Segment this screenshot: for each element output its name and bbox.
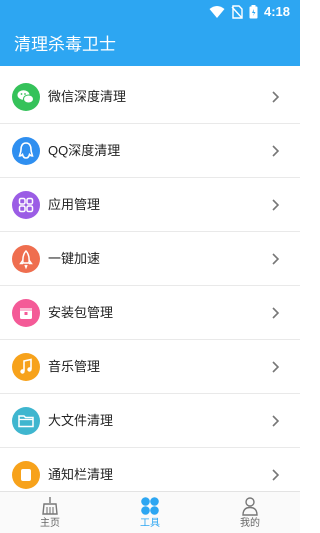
music-icon (12, 353, 40, 381)
chevron-right-icon (272, 145, 280, 157)
tool-item-wechat-clean[interactable]: 微信深度清理 (0, 70, 300, 124)
tool-item-label: 安装包管理 (48, 305, 114, 320)
battery-icon (249, 5, 258, 19)
tool-item-package-manager[interactable]: 安装包管理 (0, 286, 300, 340)
home-broom-icon (42, 497, 58, 515)
chevron-right-icon (272, 469, 280, 481)
app-title: 清理杀毒卫士 (14, 35, 116, 54)
package-icon (12, 299, 40, 327)
chevron-right-icon (272, 415, 280, 427)
bottom-nav: 主页 工具 我的 (0, 491, 300, 533)
chevron-right-icon (272, 361, 280, 373)
tool-item-app-manager[interactable]: 应用管理 (0, 178, 300, 232)
chevron-right-icon (272, 91, 280, 103)
chevron-right-icon (272, 199, 280, 211)
tool-item-speed-boost[interactable]: 一键加速 (0, 232, 300, 286)
no-sim-icon (231, 5, 243, 19)
qq-icon (12, 137, 40, 165)
wifi-icon (209, 6, 225, 18)
tool-item-label: QQ深度清理 (48, 143, 121, 158)
wechat-icon (12, 83, 40, 111)
tool-item-label: 大文件清理 (48, 413, 114, 428)
tool-item-label: 应用管理 (48, 197, 101, 212)
nav-profile[interactable]: 我的 (200, 492, 300, 533)
nav-home[interactable]: 主页 (0, 492, 100, 533)
status-icons: 4:18 (209, 4, 290, 20)
profile-icon (242, 497, 258, 516)
tool-item-label: 音乐管理 (48, 359, 101, 374)
tool-item-label: 微信深度清理 (48, 89, 127, 104)
tool-item-music-manager[interactable]: 音乐管理 (0, 340, 300, 394)
rocket-icon (12, 245, 40, 273)
nav-tools-label: 工具 (140, 518, 160, 529)
tools-icon (141, 497, 159, 515)
notification-icon (12, 461, 40, 489)
nav-profile-label: 我的 (240, 518, 260, 529)
status-time: 4:18 (263, 4, 290, 19)
app-bar: 清理杀毒卫士 (0, 24, 300, 66)
apps-grid-icon (12, 191, 40, 219)
status-bar: 4:18 (0, 0, 300, 24)
nav-tools[interactable]: 工具 (100, 492, 200, 533)
tool-item-label: 一键加速 (48, 251, 101, 266)
chevron-right-icon (272, 253, 280, 265)
folder-icon (12, 407, 40, 435)
tool-item-qq-clean[interactable]: QQ深度清理 (0, 124, 300, 178)
chevron-right-icon (272, 307, 280, 319)
nav-home-label: 主页 (40, 518, 60, 529)
tool-list: 微信深度清理 QQ深度清理 应用管理 一键加速 安装包管理 音乐管理 大文件清理… (0, 70, 300, 502)
tool-item-label: 通知栏清理 (48, 467, 114, 482)
tool-item-large-file-clean[interactable]: 大文件清理 (0, 394, 300, 448)
